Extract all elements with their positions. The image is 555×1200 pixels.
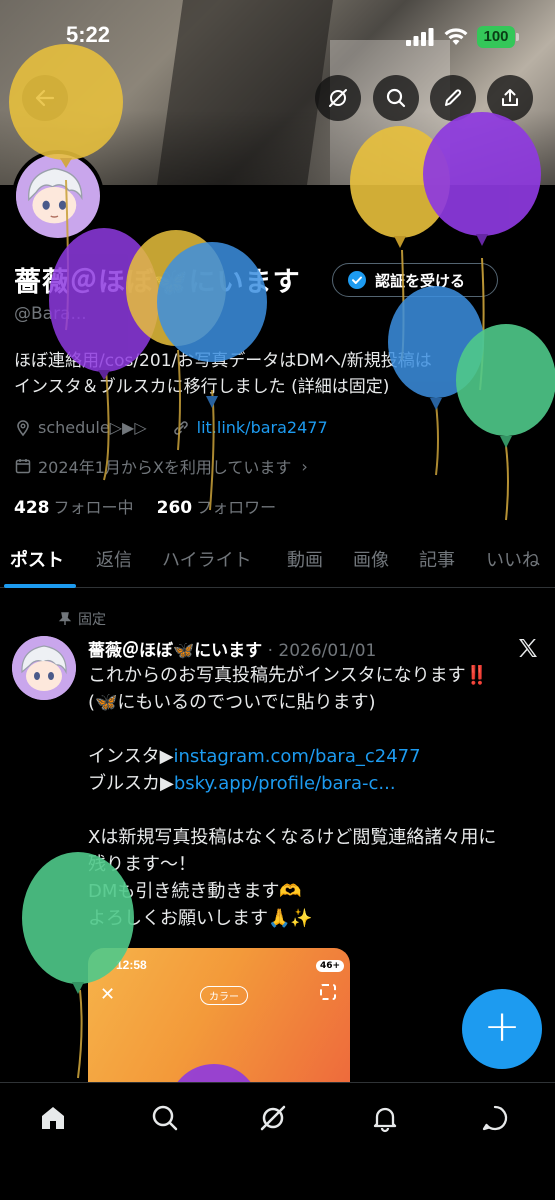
- profile-name: 薔薇＠ほぼ🦋にいます: [14, 267, 301, 298]
- bio-line: ほぼ連絡用/cos/201/お写真データはDMへ/新規投稿は: [14, 351, 432, 371]
- search-icon: [152, 1105, 178, 1131]
- back-button[interactable]: [22, 75, 68, 121]
- nav-grok[interactable]: [258, 1103, 294, 1139]
- tab-likes[interactable]: いいね: [486, 540, 540, 572]
- location-pin-icon: [17, 419, 29, 436]
- battery-tip: [516, 33, 519, 41]
- followers-label: フォロワー: [196, 498, 277, 517]
- following-label: フォロー中: [53, 498, 134, 517]
- followers-link[interactable]: 260 フォロワー: [156, 498, 277, 518]
- media-battery-badge: 46+: [316, 960, 345, 972]
- following-count: 428: [14, 498, 50, 518]
- chevron-right-icon: ›: [301, 456, 308, 476]
- status-time: 5:22: [66, 22, 111, 47]
- back-arrow-icon: [35, 89, 55, 107]
- active-tab-indicator: [4, 584, 76, 588]
- edit-button[interactable]: [430, 75, 476, 121]
- post-line: DMも引き続き動きます🫶: [88, 881, 302, 902]
- post-date[interactable]: · 2026/01/01: [268, 641, 377, 661]
- bottom-navigation: [0, 1082, 555, 1200]
- bluesky-link[interactable]: bsky.app/profile/bara-c...: [174, 773, 396, 794]
- x-logo-icon: [519, 639, 537, 657]
- chat-bubble-icon: [482, 1105, 508, 1131]
- profile-handle: @Bara...: [14, 304, 87, 324]
- pinned-label: 固定: [78, 612, 106, 628]
- joined-row[interactable]: 2024年1月からXを利用しています ›: [14, 454, 308, 478]
- post-line-instagram: インスタ▶instagram.com/bara_c2477: [88, 743, 548, 770]
- bluesky-prefix: ブルスカ▶: [88, 773, 174, 794]
- get-verified-button[interactable]: 認証を受ける: [332, 263, 498, 297]
- post-line: (🦋にもいるのでついでに貼ります): [88, 692, 376, 713]
- nav-notifications[interactable]: [370, 1103, 406, 1139]
- media-close-icon: ✕: [100, 984, 116, 1005]
- location-row: schedule▷▶▷ lit.link/bara2477: [14, 418, 328, 437]
- compose-button[interactable]: +: [462, 989, 542, 1069]
- grok-button[interactable]: [315, 75, 361, 121]
- pin-icon: [58, 612, 72, 625]
- post-line: [88, 716, 548, 743]
- instagram-link[interactable]: instagram.com/bara_c2477: [173, 746, 420, 767]
- profile-tabs: ポスト 返信 ハイライト 動画 画像 記事 いいね: [0, 540, 555, 588]
- post-line: 残ります〜！: [88, 854, 196, 875]
- bell-icon: [373, 1107, 397, 1133]
- post-line: [88, 797, 548, 824]
- following-link[interactable]: 428 フォロー中: [14, 498, 134, 518]
- profile-bio: ほぼ連絡用/cos/201/お写真データはDMへ/新規投稿は インスタ＆ブルスカ…: [14, 348, 544, 400]
- post-header: 薔薇＠ほぼ🦋にいます · 2026/01/01: [88, 636, 376, 661]
- website-link[interactable]: lit.link/bara2477: [197, 418, 328, 437]
- joined-text: 2024年1月からXを利用しています: [38, 458, 292, 477]
- tab-highlights[interactable]: ハイライト: [162, 540, 252, 572]
- post-author-name[interactable]: 薔薇＠ほぼ🦋にいます: [88, 641, 262, 661]
- post-line: よろしくお願いします🙏✨: [88, 908, 313, 929]
- media-color-pill: カラー: [200, 986, 248, 1005]
- battery-indicator: 100: [477, 26, 515, 48]
- search-icon: [386, 88, 406, 108]
- tab-images[interactable]: 画像: [353, 540, 389, 572]
- media-scan-icon: [320, 984, 336, 1000]
- search-button[interactable]: [373, 75, 419, 121]
- followers-count: 260: [156, 498, 193, 518]
- post-text: これからのお写真投稿先がインスタになります‼️ (🦋にもいるのでついでに貼ります…: [88, 662, 548, 932]
- share-button[interactable]: [487, 75, 533, 121]
- nav-search[interactable]: [150, 1103, 186, 1139]
- tab-articles[interactable]: 記事: [419, 540, 455, 572]
- instagram-prefix: インスタ▶: [88, 746, 174, 767]
- bio-line: インスタ＆ブルスカに移行しました (詳細は固定): [14, 377, 390, 397]
- post-line: Xは新規写真投稿はなくなるけど閲覧連絡諸々用に: [88, 827, 497, 848]
- nav-home[interactable]: [38, 1103, 74, 1139]
- tab-posts[interactable]: ポスト: [10, 540, 64, 572]
- follow-counts: 428 フォロー中 260 フォロワー: [14, 494, 276, 518]
- post-line-bluesky: ブルスカ▶bsky.app/profile/bara-c...: [88, 770, 548, 797]
- profile-avatar[interactable]: [12, 150, 104, 242]
- nav-messages[interactable]: [480, 1103, 516, 1139]
- avatar-illustration: [16, 157, 93, 235]
- location-text: schedule▷▶▷: [38, 418, 147, 437]
- share-icon: [502, 89, 518, 106]
- post-line: これからのお写真投稿先がインスタになります‼️: [88, 665, 489, 686]
- avatar-illustration: [12, 636, 76, 700]
- cellular-signal-icon: [406, 28, 434, 46]
- wifi-icon: [444, 28, 468, 45]
- get-verified-label: 認証を受ける: [375, 271, 466, 290]
- post-media-image[interactable]: 12:58 46+ ✕ カラー: [88, 948, 350, 1088]
- link-icon: [173, 420, 188, 435]
- pinned-indicator: 固定: [58, 609, 106, 629]
- calendar-icon: [15, 459, 31, 474]
- verified-badge-icon: [348, 271, 366, 289]
- home-icon: [42, 1107, 64, 1129]
- post-author-avatar[interactable]: [12, 636, 76, 700]
- grok-icon: [260, 1105, 286, 1131]
- grok-icon: [329, 89, 347, 107]
- pencil-icon: [445, 89, 462, 106]
- tab-videos[interactable]: 動画: [287, 540, 323, 572]
- media-status-time: 12:58: [116, 958, 147, 972]
- tab-replies[interactable]: 返信: [96, 540, 132, 572]
